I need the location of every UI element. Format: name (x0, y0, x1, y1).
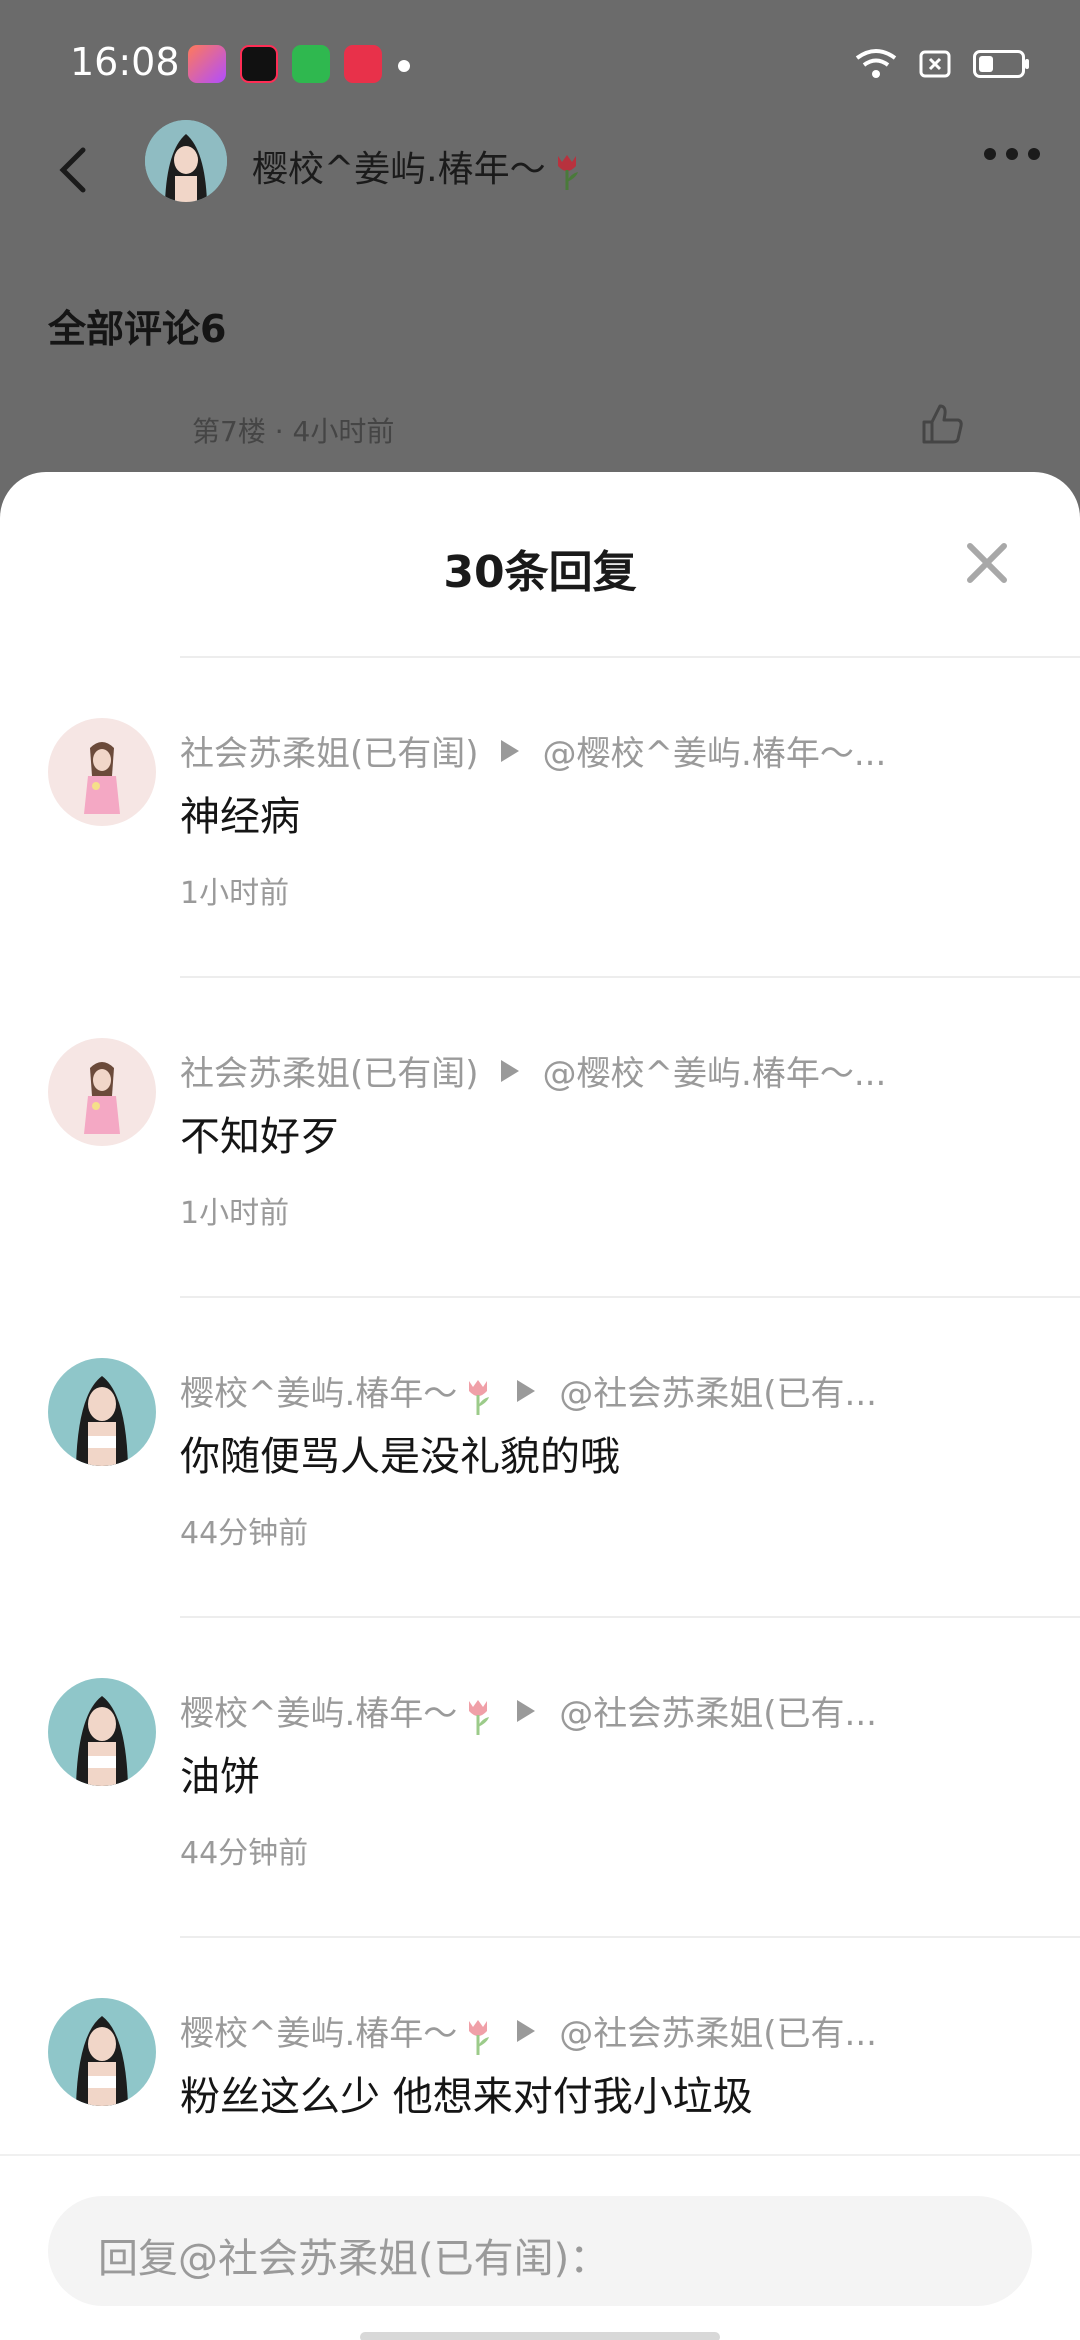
camera-app-icon (188, 45, 226, 83)
reply-names: 社会苏柔姐(已有闺) @樱校^姜屿.椿年～... (180, 1046, 900, 1095)
avatar[interactable] (48, 1998, 156, 2106)
reply-names: 樱校^姜屿.椿年～ @社会苏柔姐(已有... (180, 1366, 900, 1415)
reply-author[interactable]: 樱校^姜屿.椿年～ (180, 2006, 495, 2055)
reply-item[interactable]: 社会苏柔姐(已有闺) @樱校^姜屿.椿年～... 神经病 1小时前 (0, 718, 1080, 1038)
author-name[interactable]: 樱校^姜屿.椿年～ (252, 140, 584, 192)
reply-names: 樱校^姜屿.椿年～ @社会苏柔姐(已有... (180, 2006, 900, 2055)
thumbs-up-icon[interactable] (918, 400, 966, 448)
avatar[interactable] (48, 718, 156, 826)
tulip-icon (469, 1379, 490, 1415)
home-indicator[interactable] (360, 2332, 720, 2340)
reply-target[interactable]: @樱校^姜屿.椿年～... (543, 1046, 887, 1095)
reply-time: 1小时前 (180, 876, 290, 911)
reply-input-bar: 回复@社会苏柔姐(已有闺)： (0, 2154, 1080, 2340)
reply-author[interactable]: 樱校^姜屿.椿年～ (180, 1366, 495, 1415)
more-options-icon[interactable] (984, 148, 1040, 160)
reply-author[interactable]: 社会苏柔姐(已有闺) (180, 726, 479, 775)
close-icon[interactable] (964, 540, 1010, 586)
reply-arrow-icon (517, 2019, 536, 2042)
reply-arrow-icon (517, 1379, 536, 1402)
record-app-icon (344, 45, 382, 83)
reply-time: 44分钟前 (180, 1836, 309, 1871)
battery-icon (973, 50, 1029, 78)
sheet-title: 30条回复 (443, 547, 637, 598)
reply-names: 樱校^姜屿.椿年～ @社会苏柔姐(已有... (180, 1686, 900, 1735)
reply-arrow-icon (500, 739, 519, 762)
reply-text: 油饼 (180, 1754, 260, 1800)
divider (180, 976, 1080, 978)
notification-dot (398, 60, 410, 72)
reply-target[interactable]: @樱校^姜屿.椿年～... (543, 726, 887, 775)
status-bar: 16:08 (0, 0, 1080, 130)
wifi-icon (855, 49, 897, 78)
video-app-icon (240, 45, 278, 83)
post-header: 樱校^姜屿.椿年～ (0, 120, 1080, 220)
reply-time: 1小时前 (180, 1196, 290, 1231)
reply-item[interactable]: 社会苏柔姐(已有闺) @樱校^姜屿.椿年～... 不知好歹 1小时前 (0, 1038, 1080, 1358)
reply-names: 社会苏柔姐(已有闺) @樱校^姜屿.椿年～... (180, 726, 900, 775)
divider (180, 656, 1080, 658)
avatar[interactable] (48, 1358, 156, 1466)
reply-item[interactable]: 樱校^姜屿.椿年～ @社会苏柔姐(已有... 你随便骂人是没礼貌的哦 44分钟前 (0, 1358, 1080, 1678)
tulip-icon (469, 2019, 490, 2055)
floor-meta: 第7楼 · 4小时前 (192, 415, 395, 448)
divider (180, 1936, 1080, 1938)
sim-off-icon (919, 50, 951, 78)
reply-text: 神经病 (180, 794, 300, 840)
avatar[interactable] (48, 1678, 156, 1786)
status-time: 16:08 (70, 40, 180, 84)
divider (180, 1616, 1080, 1618)
reply-target[interactable]: @社会苏柔姐(已有... (559, 1686, 877, 1735)
reply-text: 粉丝这么少 他想来对付我小垃圾 (180, 2074, 753, 2120)
system-icons (855, 48, 1029, 80)
reply-time: 44分钟前 (180, 1516, 309, 1551)
reply-arrow-icon (517, 1699, 536, 1722)
avatar[interactable] (145, 120, 227, 202)
reply-target[interactable]: @社会苏柔姐(已有... (559, 1366, 877, 1415)
avatar[interactable] (48, 1038, 156, 1146)
back-arrow-icon[interactable] (45, 140, 105, 200)
reply-text: 不知好歹 (180, 1114, 340, 1160)
reply-arrow-icon (500, 1059, 519, 1082)
divider (180, 1296, 1080, 1298)
tulip-icon (469, 1699, 490, 1735)
reply-input[interactable]: 回复@社会苏柔姐(已有闺)： (48, 2196, 1032, 2306)
replies-sheet: 30条回复 社会苏柔姐(已有闺) @樱校^姜屿.椿年～... 神经病 1小时前 … (0, 472, 1080, 2340)
reply-author[interactable]: 樱校^姜屿.椿年～ (180, 1686, 495, 1735)
tulip-icon (557, 155, 578, 190)
reply-author[interactable]: 社会苏柔姐(已有闺) (180, 1046, 479, 1095)
reply-target[interactable]: @社会苏柔姐(已有... (559, 2006, 877, 2055)
shop-app-icon (292, 45, 330, 83)
reply-input-placeholder: 回复@社会苏柔姐(已有闺)： (98, 2236, 610, 2282)
comments-title: 全部评论6 (48, 307, 227, 351)
reply-item[interactable]: 樱校^姜屿.椿年～ @社会苏柔姐(已有... 油饼 44分钟前 (0, 1678, 1080, 1998)
reply-text: 你随便骂人是没礼貌的哦 (180, 1434, 620, 1480)
